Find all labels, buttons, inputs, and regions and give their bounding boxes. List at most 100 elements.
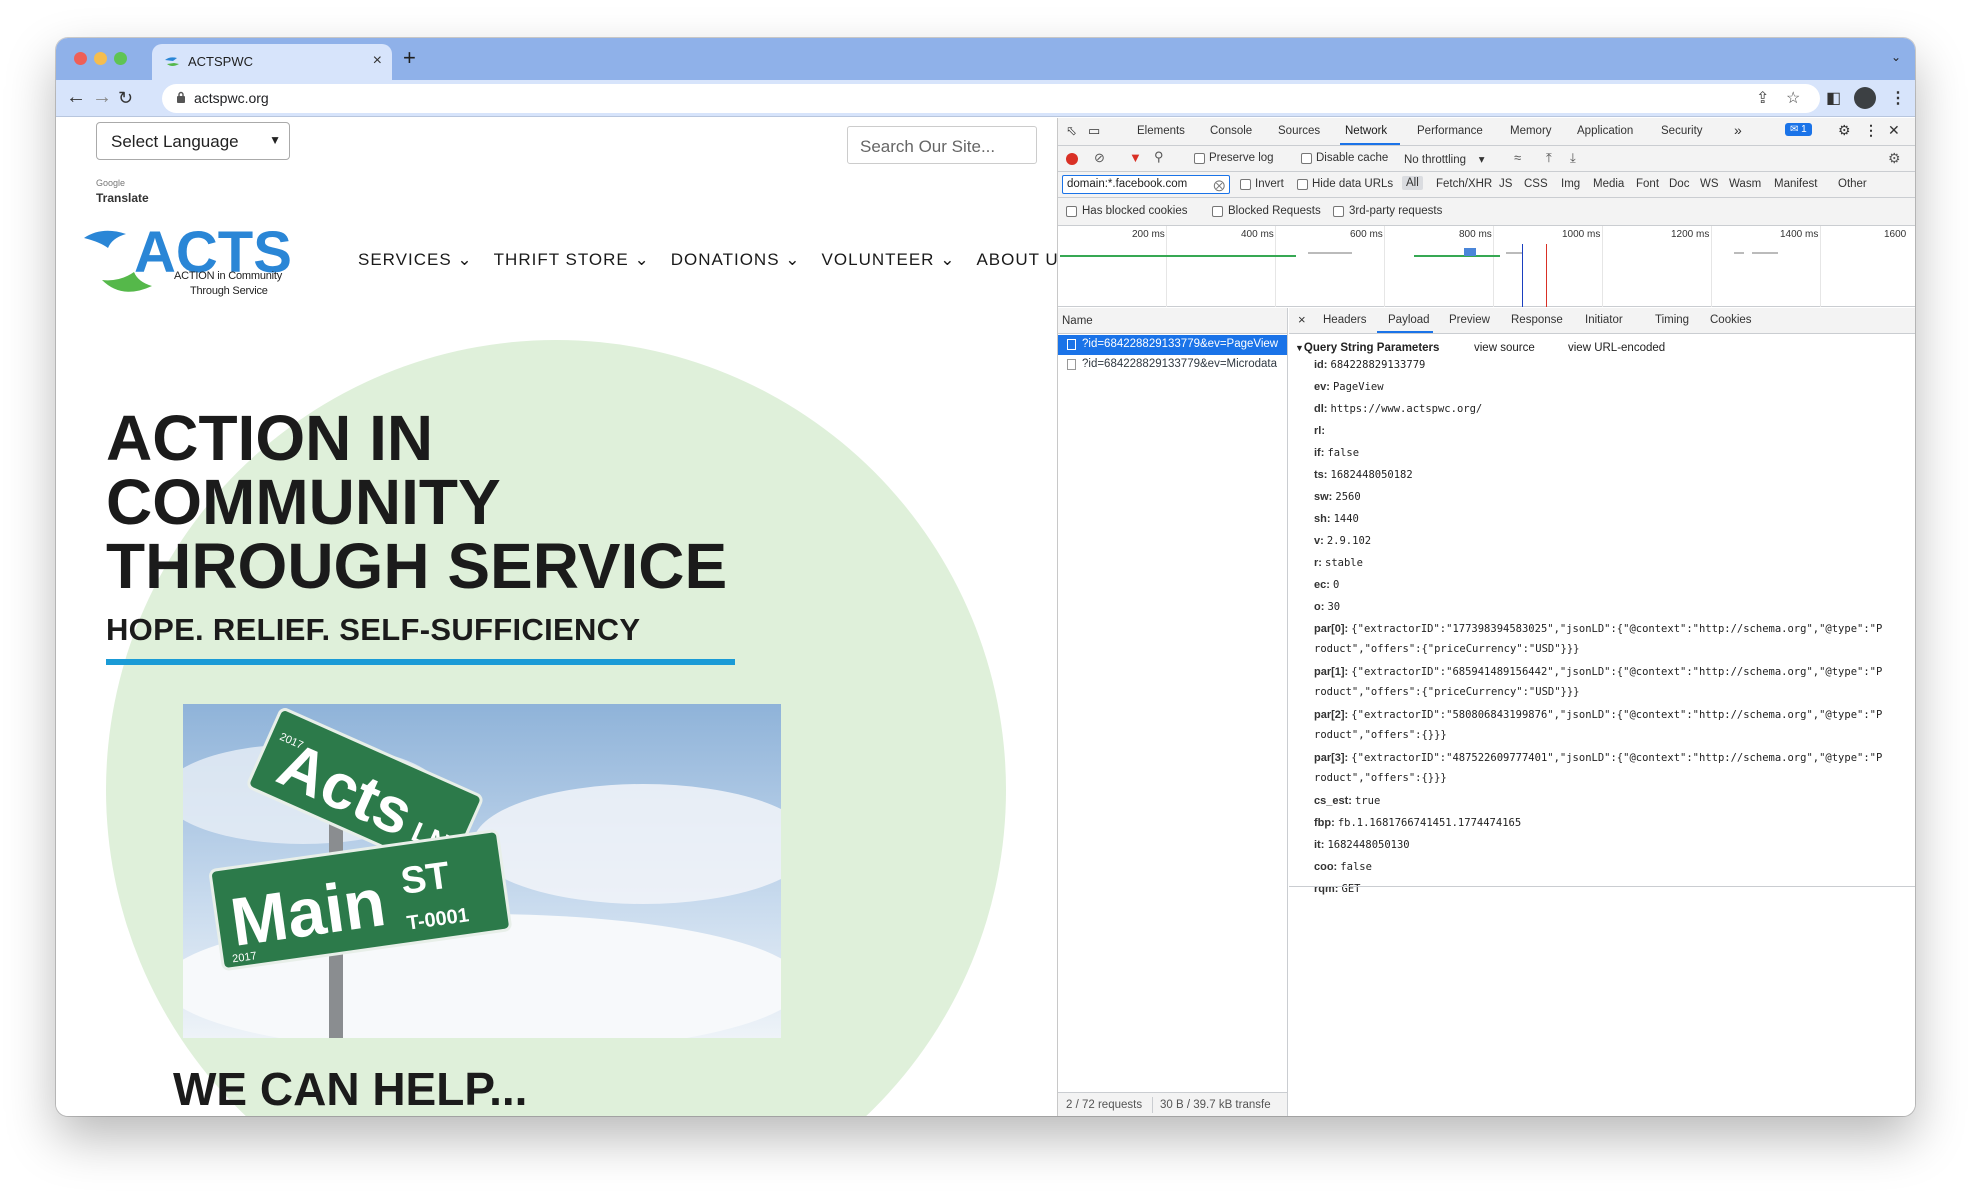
param-key: par[1]:	[1314, 666, 1349, 678]
forward-arrow-icon[interactable]: →	[92, 86, 112, 109]
tab-sources[interactable]: Sources	[1278, 125, 1320, 137]
type-filter-font[interactable]: Font	[1636, 178, 1659, 190]
param-value: {"extractorID":"487522609777401","jsonLD…	[1351, 752, 1883, 764]
tab-cookies[interactable]: Cookies	[1710, 314, 1752, 326]
reload-icon[interactable]: ↻	[118, 88, 133, 109]
bookmark-star-icon[interactable]: ☆	[1786, 88, 1800, 108]
nav-item-donations[interactable]: DONATIONS ⌄	[671, 250, 801, 270]
share-icon[interactable]: ⇪	[1756, 88, 1769, 108]
blocked-requests-checkbox[interactable]	[1212, 206, 1223, 217]
type-filter-manifest[interactable]: Manifest	[1774, 178, 1817, 190]
third-party-label: 3rd-party requests	[1349, 205, 1443, 217]
invert-checkbox[interactable]	[1240, 179, 1251, 190]
request-list-header[interactable]: Name	[1058, 308, 1287, 334]
language-select[interactable]: Select Language ▼	[96, 122, 290, 160]
tab-search-chevron-icon[interactable]: ⌄	[1891, 50, 1901, 64]
view-source-link[interactable]: view source	[1474, 342, 1535, 354]
network-settings-gear-icon[interactable]: ⚙	[1888, 150, 1901, 167]
close-window-button[interactable]	[74, 52, 87, 65]
tab-console[interactable]: Console	[1210, 125, 1252, 137]
request-row[interactable]: ?id=684228829133779&ev=PageView	[1058, 335, 1287, 355]
request-row[interactable]: ?id=684228829133779&ev=Microdata	[1058, 355, 1287, 375]
inspect-element-icon[interactable]: ⬁	[1066, 123, 1077, 139]
type-filter-fetch-xhr[interactable]: Fetch/XHR	[1436, 178, 1492, 190]
tab-initiator[interactable]: Initiator	[1585, 314, 1623, 326]
tab-application[interactable]: Application	[1577, 125, 1633, 137]
issues-badge[interactable]: ✉ 1	[1785, 123, 1812, 136]
record-button[interactable]	[1066, 153, 1078, 165]
invert-label: Invert	[1255, 178, 1284, 190]
tab-memory[interactable]: Memory	[1510, 125, 1552, 137]
device-toolbar-icon[interactable]: ▭	[1088, 123, 1100, 139]
lock-icon	[177, 91, 185, 103]
detail-divider	[1289, 886, 1915, 887]
close-detail-icon[interactable]: ×	[1298, 312, 1306, 327]
browser-window: ACTSPWC × + ⌄ ← → ↻ actspwc.org ⇪ ☆ ◧ ⋮ …	[56, 38, 1915, 1116]
document-icon	[1067, 339, 1076, 350]
filter-input[interactable]: domain:*.facebook.com ⨂	[1062, 175, 1230, 194]
tab-performance[interactable]: Performance	[1417, 125, 1483, 137]
type-filter-js[interactable]: JS	[1499, 178, 1512, 190]
devtools-menu-icon[interactable]: ⋮	[1864, 122, 1878, 139]
close-devtools-icon[interactable]: ✕	[1888, 122, 1900, 139]
import-har-icon[interactable]: ⤒	[1546, 150, 1552, 166]
nav-item-thrift-store[interactable]: THRIFT STORE ⌄	[494, 250, 650, 270]
hero-divider	[106, 659, 735, 665]
third-party-checkbox[interactable]	[1333, 206, 1344, 217]
blocked-cookies-checkbox[interactable]	[1066, 206, 1077, 217]
side-panel-icon[interactable]: ◧	[1826, 88, 1841, 108]
settings-gear-icon[interactable]: ⚙	[1838, 122, 1851, 139]
throttling-select[interactable]: No throttling ▾	[1404, 152, 1485, 166]
tab-network[interactable]: Network	[1345, 125, 1387, 137]
export-har-icon[interactable]: ⤓	[1570, 150, 1576, 166]
nav-item-about-us[interactable]: ABOUT US ⌄	[976, 250, 1057, 270]
query-string-section-toggle[interactable]: ▼Query String Parameters	[1295, 342, 1439, 354]
new-tab-button[interactable]: +	[403, 45, 416, 71]
tab-response[interactable]: Response	[1511, 314, 1563, 326]
zoom-window-button[interactable]	[114, 52, 127, 65]
type-filter-css[interactable]: CSS	[1524, 178, 1548, 190]
filter-funnel-icon[interactable]: ▼	[1129, 150, 1142, 165]
network-conditions-icon[interactable]: ≈	[1514, 150, 1521, 165]
type-filter-all[interactable]: All	[1402, 176, 1423, 190]
tab-close-icon[interactable]: ×	[373, 52, 382, 70]
param-key: ec:	[1314, 579, 1330, 591]
param-value: 2.9.102	[1326, 535, 1372, 547]
disable-cache-checkbox[interactable]	[1301, 153, 1312, 164]
search-icon[interactable]: ⚲	[1154, 149, 1164, 165]
acts-logo-mark-icon: ACTS	[84, 220, 292, 292]
acts-logo[interactable]: ACTS	[82, 220, 292, 312]
type-filter-doc[interactable]: Doc	[1669, 178, 1689, 190]
type-filter-other[interactable]: Other	[1838, 178, 1867, 190]
network-timeline-overview[interactable]: 200 ms 400 ms 600 ms 800 ms 1000 ms 1200…	[1058, 226, 1915, 307]
tab-timing[interactable]: Timing	[1655, 314, 1689, 326]
tab-payload[interactable]: Payload	[1388, 314, 1430, 326]
nav-item-services[interactable]: SERVICES ⌄	[358, 250, 473, 270]
minimize-window-button[interactable]	[94, 52, 107, 65]
type-filter-img[interactable]: Img	[1561, 178, 1580, 190]
clear-icon[interactable]: ⊘	[1094, 150, 1105, 166]
timeline-tick: 1400 ms	[1780, 229, 1819, 240]
type-filter-media[interactable]: Media	[1593, 178, 1624, 190]
view-url-encoded-link[interactable]: view URL-encoded	[1568, 342, 1665, 354]
address-bar[interactable]: actspwc.org ⇪ ☆	[162, 84, 1820, 113]
browser-menu-icon[interactable]: ⋮	[1890, 88, 1906, 108]
back-arrow-icon[interactable]: ←	[66, 86, 86, 109]
tab-elements[interactable]: Elements	[1137, 125, 1185, 137]
site-search-input[interactable]: Search Our Site...	[847, 126, 1037, 164]
hero-title: ACTION IN COMMUNITY THROUGH SERVICE	[106, 402, 728, 602]
timeline-tick: 600 ms	[1350, 229, 1383, 240]
nav-item-volunteer[interactable]: VOLUNTEER ⌄	[822, 250, 956, 270]
tab-headers[interactable]: Headers	[1323, 314, 1366, 326]
hide-data-urls-checkbox[interactable]	[1297, 179, 1308, 190]
type-filter-wasm[interactable]: Wasm	[1729, 178, 1761, 190]
type-filter-ws[interactable]: WS	[1700, 178, 1719, 190]
tab-preview[interactable]: Preview	[1449, 314, 1490, 326]
preserve-log-checkbox[interactable]	[1194, 153, 1205, 164]
profile-avatar[interactable]	[1854, 87, 1876, 109]
browser-tab-actspwc[interactable]: ACTSPWC ×	[152, 44, 392, 80]
clear-filter-icon[interactable]: ⨂	[1214, 178, 1226, 192]
more-tabs-icon[interactable]: »	[1734, 122, 1742, 138]
tab-security[interactable]: Security	[1661, 125, 1703, 137]
param-key: v:	[1314, 535, 1324, 547]
